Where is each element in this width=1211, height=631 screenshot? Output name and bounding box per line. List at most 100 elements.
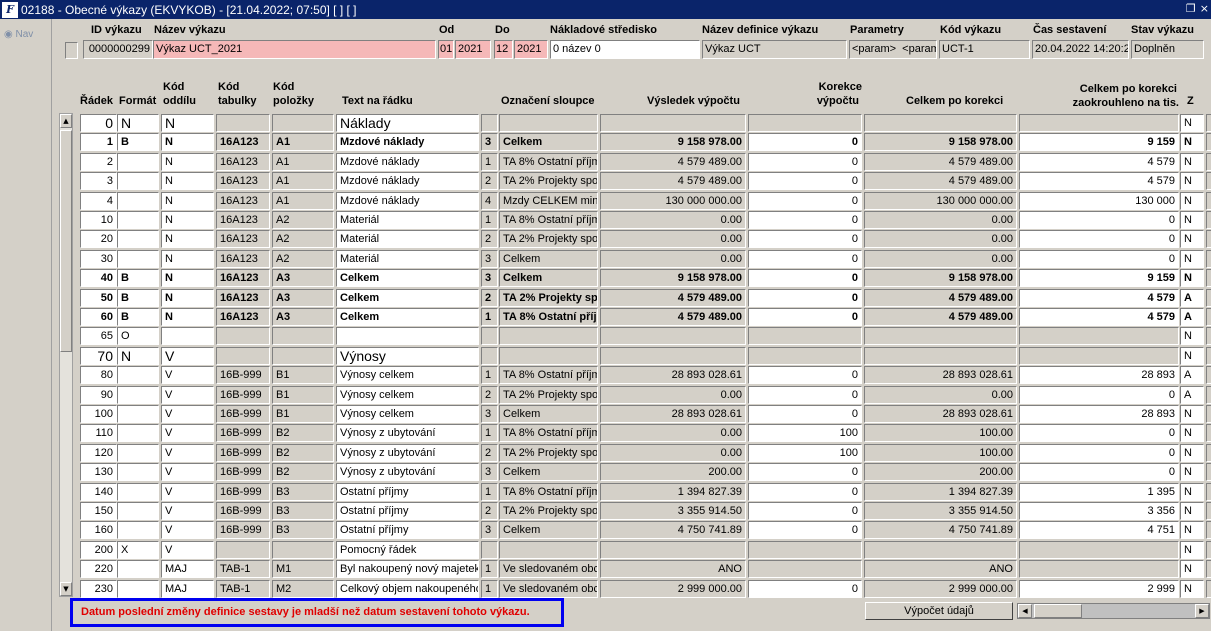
cell-text[interactable]: Mzdové náklady (336, 191, 479, 210)
cell-tab[interactable]: 16A123 (216, 288, 270, 307)
table-row[interactable]: 60 B N 16A123 A3 Celkem 1 TA 8% Ostatní příj 4 5… (80, 307, 1211, 326)
cell-text[interactable]: Celkem (336, 308, 479, 326)
cell-vys[interactable]: 4 579 489.00 (600, 152, 746, 171)
cell-extra[interactable] (1206, 502, 1211, 520)
cell-tab[interactable]: 16B-999 (216, 463, 270, 482)
kod-field[interactable]: UCT-1 (939, 40, 1030, 59)
cell-vys[interactable]: 28 893 028.61 (600, 366, 746, 385)
cell-kor[interactable]: 0 (748, 249, 862, 268)
cell-cel[interactable]: 200.00 (864, 463, 1017, 482)
table-row[interactable]: 20 N 16A123 A2 Materiál 2 TA 2% Projekty spo 0.… (80, 229, 1211, 249)
cell-extra[interactable] (1206, 366, 1211, 385)
cell-z[interactable]: N (1180, 172, 1204, 191)
cell-kor[interactable]: 0 (748, 211, 862, 229)
cell-tab[interactable] (216, 114, 270, 132)
cell-n[interactable]: 1 (481, 482, 498, 501)
cell-kor[interactable] (748, 114, 862, 132)
cell-z[interactable]: N (1180, 346, 1204, 365)
cell-n[interactable]: 2 (481, 385, 498, 404)
cell-ozn[interactable]: TA 8% Ostatní příjm (499, 424, 598, 443)
cell-oddil[interactable]: V (161, 405, 214, 423)
cell-radek[interactable]: 150 (80, 502, 117, 520)
table-row[interactable]: 10 N 16A123 A2 Materiál 1 TA 8% Ostatní příjm 0… (80, 210, 1211, 229)
table-row[interactable]: 160 V 16B-999 B3 Ostatní příjmy 3 Celkem 4 750 … (80, 520, 1211, 540)
cell-z[interactable]: N (1180, 424, 1204, 443)
cell-kor[interactable]: 0 (748, 133, 862, 152)
cell-format[interactable]: B (117, 288, 159, 307)
cell-cel[interactable]: 2 999 000.00 (864, 579, 1017, 598)
horizontal-scrollbar[interactable]: ◀ ▶ (1017, 603, 1210, 619)
cell-format[interactable] (117, 502, 159, 520)
cell-format[interactable] (117, 152, 159, 171)
cell-ozn[interactable]: Ve sledovaném obc (499, 560, 598, 579)
cell-tab[interactable]: 16B-999 (216, 482, 270, 501)
cell-ozn[interactable]: TA 2% Projekty spo (499, 230, 598, 249)
cell-n[interactable]: 3 (481, 521, 498, 540)
cell-kor[interactable]: 0 (748, 405, 862, 423)
cell-zao[interactable] (1019, 540, 1179, 559)
cell-zao[interactable] (1019, 560, 1179, 579)
cell-text[interactable]: Celkový objem nakoupeného (336, 579, 479, 598)
cell-tab[interactable]: 16B-999 (216, 502, 270, 520)
cell-format[interactable] (117, 405, 159, 423)
cell-format[interactable] (117, 482, 159, 501)
cell-z[interactable]: N (1180, 269, 1204, 288)
cell-pol[interactable]: B3 (272, 521, 334, 540)
cell-ozn[interactable]: TA 8% Ostatní příjm (499, 366, 598, 385)
table-row[interactable]: 70 N V Výnosy N (80, 346, 1211, 365)
cell-radek[interactable]: 110 (80, 424, 117, 443)
cell-cel[interactable]: 4 579 489.00 (864, 288, 1017, 307)
cell-pol[interactable]: A1 (272, 172, 334, 191)
cell-zao[interactable]: 4 751 (1019, 521, 1179, 540)
cell-kor[interactable]: 0 (748, 269, 862, 288)
cell-cel[interactable]: 1 394 827.39 (864, 482, 1017, 501)
cell-vys[interactable]: 130 000 000.00 (600, 191, 746, 210)
table-row[interactable]: 100 V 16B-999 B1 Výnosy celkem 3 Celkem 28 893 … (80, 404, 1211, 423)
cell-text[interactable]: Výnosy celkem (336, 385, 479, 404)
restore-window-icon[interactable]: ❐ (1186, 2, 1196, 15)
stav-field[interactable]: Doplněn (1131, 40, 1204, 59)
cell-tab[interactable]: 16B-999 (216, 521, 270, 540)
cell-vys[interactable] (600, 114, 746, 132)
cell-n[interactable] (481, 114, 498, 132)
cell-radek[interactable]: 70 (80, 346, 117, 365)
cell-tab[interactable]: 16A123 (216, 152, 270, 171)
cell-n[interactable]: 3 (481, 463, 498, 482)
cell-tab[interactable]: 16B-999 (216, 424, 270, 443)
cell-pol[interactable]: A1 (272, 133, 334, 152)
table-row[interactable]: 65 O N (80, 326, 1211, 346)
table-row[interactable]: 80 V 16B-999 B1 Výnosy celkem 1 TA 8% Ostatní … (80, 365, 1211, 385)
cell-kor[interactable] (748, 540, 862, 559)
cell-radek[interactable]: 20 (80, 230, 117, 249)
cell-ozn[interactable]: TA 2% Projekty spo (499, 443, 598, 462)
cell-tab[interactable]: 16B-999 (216, 366, 270, 385)
cell-format[interactable] (117, 385, 159, 404)
cell-radek[interactable]: 140 (80, 482, 117, 501)
cell-vys[interactable]: 4 750 741.89 (600, 521, 746, 540)
cell-extra[interactable] (1206, 579, 1211, 598)
cell-zao[interactable] (1019, 114, 1179, 132)
cell-zao[interactable] (1019, 327, 1179, 346)
cell-vys[interactable]: 0.00 (600, 385, 746, 404)
cell-ozn[interactable]: TA 2% Projekty spo (499, 172, 598, 191)
cell-radek[interactable]: 200 (80, 540, 117, 559)
cell-pol[interactable] (272, 327, 334, 346)
cell-oddil[interactable]: V (161, 385, 214, 404)
cell-kor[interactable]: 0 (748, 308, 862, 326)
cell-z[interactable]: N (1180, 211, 1204, 229)
cell-text[interactable]: Výnosy celkem (336, 405, 479, 423)
cell-n[interactable]: 1 (481, 579, 498, 598)
cell-radek[interactable]: 100 (80, 405, 117, 423)
close-window-icon[interactable]: × (1200, 2, 1209, 15)
cell-extra[interactable] (1206, 308, 1211, 326)
scroll-right-icon[interactable]: ▶ (1195, 604, 1209, 618)
cell-tab[interactable]: TAB-1 (216, 579, 270, 598)
name-field[interactable]: Výkaz UCT_2021 (153, 40, 436, 59)
cell-cel[interactable]: 4 579 489.00 (864, 308, 1017, 326)
cell-ozn[interactable] (499, 327, 598, 346)
cell-kor[interactable] (748, 346, 862, 365)
cell-tab[interactable]: 16B-999 (216, 443, 270, 462)
cell-vys[interactable]: 200.00 (600, 463, 746, 482)
cell-radek[interactable]: 4 (80, 191, 117, 210)
cell-extra[interactable] (1206, 521, 1211, 540)
